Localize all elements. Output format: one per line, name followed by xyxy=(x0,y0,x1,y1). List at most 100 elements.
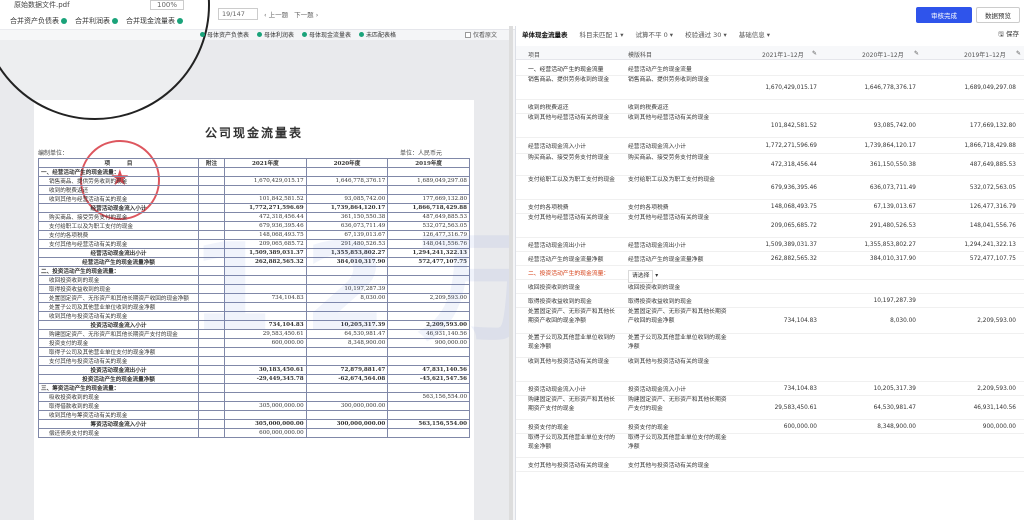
table-row: 购买商品、接受劳务支付的现金 472,318,456.44 361,150,550.… xyxy=(38,212,470,222)
source-item: 购建固定资产、无形资产和其他长期资产支付的现金 xyxy=(528,397,615,412)
zoom-select[interactable]: 100% xyxy=(150,0,185,10)
filter-unbalanced[interactable]: 试算不平 0 ▾ xyxy=(630,29,680,39)
tab-parent-income[interactable]: 母体利润表 xyxy=(257,30,294,39)
mapping-table-header: 项目 模版科目 2021年1–12月 ✎ 2020年1–12月 ✎ 2019年1… xyxy=(516,46,1024,60)
table-cell xyxy=(224,392,307,402)
table-cell: 1,689,049,297.08 xyxy=(387,176,470,186)
template-subject[interactable]: 支付给职工以及为职工支付的现金 xyxy=(628,176,732,185)
table-row: 取得子公司及其他营业单位支付的现金净额 xyxy=(38,347,470,357)
template-subject[interactable]: 投资支付的现金 xyxy=(628,424,732,433)
mapping-row[interactable]: 经营活动现金流入小计 经营活动现金流入小计 1,772,271,596.69 1,73… xyxy=(516,138,1024,154)
tab-consolidated-balance[interactable]: 合并资产负债表 xyxy=(10,16,67,26)
template-subject[interactable]: 收回投资收到的现金 xyxy=(628,284,732,293)
template-subject[interactable]: 购建固定资产、无形资产和其他长期资产支付的现金 xyxy=(628,396,732,414)
template-subject[interactable]: 经营活动产生的现金流量 xyxy=(628,66,732,75)
tab-parent-cashflow[interactable]: 母体现金流量表 xyxy=(302,30,351,39)
mapping-row[interactable]: 处置子公司及其他营业单位收到的现金净额 处置子公司及其他营业单位收到的现金净额 xyxy=(516,334,1024,358)
matched-dot-icon xyxy=(359,32,365,37)
checkbox[interactable] xyxy=(465,31,471,38)
template-subject[interactable]: 经营活动现金流入小计 xyxy=(628,143,732,152)
filter-passed[interactable]: 校验通过 30 ▾ xyxy=(679,29,733,39)
basic-info-dropdown[interactable]: 基础信息 ▾ xyxy=(733,29,776,39)
tab-unmatched[interactable]: 未匹配表格 xyxy=(359,30,396,39)
table-cell xyxy=(198,347,225,357)
mapping-row[interactable]: 经营活动产生的现金流量净额 经营活动产生的现金流量净额 262,882,565.32… xyxy=(516,252,1024,266)
table-cell: 93,085,742.00 xyxy=(305,194,389,204)
template-subject[interactable]: 取得子公司及其他营业单位支付的现金净额 xyxy=(628,434,732,452)
mapping-row[interactable]: 收回投资收到的现金 收回投资收到的现金 xyxy=(516,280,1024,294)
template-subject[interactable]: 收到其他与投资活动有关的现金 xyxy=(628,358,732,367)
table-cell: 1,670,429,015.17 xyxy=(224,176,307,186)
table-row: 投资活动现金流入小计 734,104.83 10,205,317.39 2,209,5… xyxy=(38,320,470,330)
table-cell xyxy=(387,185,470,195)
original-only-toggle[interactable]: 仅看原文 xyxy=(465,30,497,39)
prev-question-button[interactable]: ‹ 上一题 xyxy=(264,9,288,19)
table-cell: 472,318,456.44 xyxy=(224,212,307,222)
mapping-row[interactable]: 支付的各项税费 支付的各项税费 148,068,493.75 67,139,013.6… xyxy=(516,200,1024,214)
mapping-row[interactable]: 支付其他与投资活动有关的现金 支付其他与投资活动有关的现金 xyxy=(516,458,1024,472)
filter-unmatched[interactable]: 科目未匹配 1 ▾ xyxy=(574,29,630,39)
mapping-row[interactable]: 投资活动现金流入小计 投资活动现金流入小计 734,104.83 10,205,317… xyxy=(516,382,1024,396)
tab-consolidated-income[interactable]: 合并利润表 xyxy=(75,16,118,26)
col-header: 项 目 xyxy=(38,158,199,168)
tab-parent-cashflow-mapping[interactable]: 单体现金流量表 xyxy=(516,29,574,39)
mapping-row[interactable]: 收到其他与经营活动有关的现金 收到其他与经营活动有关的现金 101,842,581.… xyxy=(516,114,1024,138)
mapping-row[interactable]: 二、投资活动产生的现金流量： 请选择 ▾ xyxy=(516,266,1024,283)
table-cell: 64,530,981.47 xyxy=(305,329,389,339)
pdf-scrollbar[interactable] xyxy=(509,26,513,520)
source-item: 支付给职工以及为职工支付的现金 xyxy=(528,177,615,183)
table-cell xyxy=(198,329,225,339)
table-row: 处置固定资产、无形资产和其他长期资产收回的现金净额 734,104.83 8,030… xyxy=(38,293,470,303)
edit-icon[interactable]: ✎ xyxy=(914,50,919,57)
next-question-button[interactable]: 下一题 › xyxy=(294,9,318,19)
template-subject[interactable]: 收到其他与经营活动有关的现金 xyxy=(628,114,732,123)
mapping-row[interactable]: 取得投资收益收到的现金 取得投资收益收到的现金 10,197,287.39 xyxy=(516,294,1024,308)
mapping-row[interactable]: 投资支付的现金 投资支付的现金 600,000.00 8,348,900.00 900,… xyxy=(516,420,1024,434)
template-subject[interactable]: 支付的各项税费 xyxy=(628,204,732,213)
mapping-row[interactable]: 销售商品、提供劳务收到的现金 销售商品、提供劳务收到的现金 1,670,429,01… xyxy=(516,76,1024,100)
mapping-row[interactable]: 支付其他与经营活动有关的现金 支付其他与经营活动有关的现金 209,065,685.… xyxy=(516,214,1024,238)
edit-icon[interactable]: ✎ xyxy=(1016,50,1021,57)
edit-icon[interactable]: ✎ xyxy=(812,50,817,57)
template-subject[interactable]: 销售商品、提供劳务收到的现金 xyxy=(628,76,732,85)
tab-parent-balance[interactable]: 母体资产负债表 xyxy=(200,30,249,39)
template-subject[interactable]: 处置子公司及其他营业单位收到的现金净额 xyxy=(628,334,732,352)
table-cell xyxy=(224,284,307,294)
chevron-down-icon[interactable]: ▾ xyxy=(653,273,658,279)
mapping-row[interactable]: 经营活动现金流出小计 经营活动现金流出小计 1,509,389,031.37 1,35… xyxy=(516,238,1024,252)
table-cell: 67,139,013.67 xyxy=(305,230,389,240)
mapping-row[interactable]: 收到的税费返还 收到的税费返还 xyxy=(516,100,1024,114)
table-row: 收回投资收到的现金 xyxy=(38,275,470,285)
mapping-row[interactable]: 处置固定资产、无形资产和其他长期资产收回的现金净额 处置固定资产、无形资产和其他长… xyxy=(516,308,1024,334)
table-cell xyxy=(198,230,225,240)
template-subject[interactable]: 支付其他与投资活动有关的现金 xyxy=(628,462,732,471)
template-subject[interactable]: 经营活动产生的现金流量净额 xyxy=(628,256,732,265)
template-subject[interactable]: 投资活动现金流入小计 xyxy=(628,386,732,395)
period-value: 2,209,593.00 xyxy=(977,317,1016,324)
template-subject[interactable]: 收到的税费返还 xyxy=(628,104,732,113)
table-cell xyxy=(198,212,225,222)
source-item: 支付其他与经营活动有关的现金 xyxy=(528,215,610,221)
table-cell xyxy=(387,428,470,438)
mapping-row[interactable]: 一、经营活动产生的现金流量 经营活动产生的现金流量 xyxy=(516,62,1024,76)
tab-consolidated-cashflow[interactable]: 合并现金流量表 xyxy=(126,16,183,26)
mapping-row[interactable]: 收到其他与投资活动有关的现金 收到其他与投资活动有关的现金 xyxy=(516,358,1024,382)
template-subject[interactable]: 购买商品、接受劳务支付的现金 xyxy=(628,154,732,163)
review-complete-button[interactable]: 审核完成 xyxy=(916,7,972,23)
mapping-row[interactable]: 支付给职工以及为职工支付的现金 支付给职工以及为职工支付的现金 679,936,39… xyxy=(516,176,1024,200)
page-input[interactable]: 19/147 xyxy=(218,8,258,20)
table-cell: 126,477,316.79 xyxy=(387,230,470,240)
mapping-row[interactable]: 取得子公司及其他营业单位支付的现金净额 取得子公司及其他营业单位支付的现金净额 xyxy=(516,434,1024,458)
mapping-row[interactable]: 购建固定资产、无形资产和其他长期资产支付的现金 购建固定资产、无形资产和其他长期资… xyxy=(516,396,1024,420)
save-button[interactable]: 🖫 保存 xyxy=(998,28,1019,41)
template-subject[interactable]: 支付其他与经营活动有关的现金 xyxy=(628,214,732,223)
period-value: 262,882,565.32 xyxy=(770,255,817,262)
data-preview-button[interactable]: 数据预览 xyxy=(976,7,1020,23)
table-cell: 购买商品、接受劳务支付的现金 xyxy=(38,212,199,222)
mapping-row[interactable]: 购买商品、接受劳务支付的现金 购买商品、接受劳务支付的现金 472,318,456.… xyxy=(516,154,1024,176)
template-subject[interactable]: 处置固定资产、无形资产和其他长期资产收回的现金净额 xyxy=(628,308,732,326)
template-subject[interactable]: 取得投资收益收到的现金 xyxy=(628,298,732,307)
source-item: 处置子公司及其他营业单位收到的现金净额 xyxy=(528,335,615,350)
template-subject[interactable]: 经营活动现金流出小计 xyxy=(628,242,732,251)
period-value: 64,530,981.47 xyxy=(873,404,916,411)
